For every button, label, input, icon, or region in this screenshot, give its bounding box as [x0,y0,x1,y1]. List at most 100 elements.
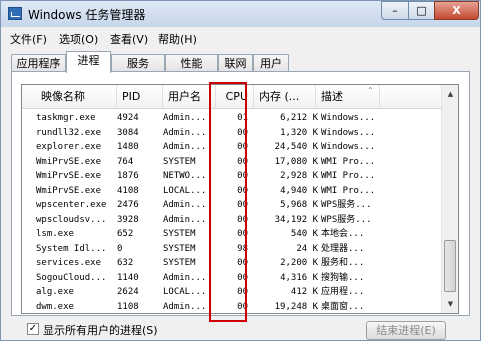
cell-description: WPS服务... [321,200,372,210]
minimize-button[interactable]: – [381,1,409,20]
cell-pid: 1480 [117,142,139,152]
header-memory[interactable]: 内存 (... [254,85,316,108]
title-bar: Windows 任务管理器 – □ X [1,1,480,27]
scroll-down-icon[interactable]: ▼ [443,296,458,312]
header-username[interactable]: 用户名 [163,85,216,108]
cell-memory: 5,968 K [280,200,318,210]
process-row[interactable]: dwm.exe 1108 Admin... 00 19,248 K 桌面窗... [22,300,441,314]
menu-options[interactable]: 选项(O) [59,31,98,47]
cell-username: Admin... [163,127,207,138]
cell-memory: 540 K [290,229,318,239]
cell-pid: 632 [117,258,134,268]
cell-pid: 1108 [117,301,139,312]
cell-username: NETWO... [163,171,207,181]
cell-description: WMI Pro... [321,156,376,167]
header-pid[interactable]: PID [117,85,163,108]
maximize-button[interactable]: □ [408,1,435,20]
tab-processes[interactable]: 进程 [66,51,111,73]
cell-image-name: services.exe [36,258,102,268]
cell-cpu: 00 [237,156,248,167]
cell-memory: 6,212 K [280,113,318,123]
cell-pid: 764 [117,156,134,167]
tab-networking[interactable]: 联网 [218,54,253,72]
cell-pid: 2476 [117,200,139,210]
cell-pid: 0 [117,243,123,254]
cell-pid: 3084 [117,127,139,138]
cell-description: Windows... [321,113,376,123]
cell-username: Admin... [163,113,207,123]
cell-image-name: System Idl... [36,243,107,254]
process-row[interactable]: WmiPrvSE.exe 4108 LOCAL... 00 4,940 K WMI Pro… [22,184,441,199]
menu-bar: 文件(F) 选项(O) 查看(V) 帮助(H) [1,28,480,47]
process-row[interactable]: WmiPrvSE.exe 764 SYSTEM 00 17,080 K WMI Pro..… [22,155,441,170]
cell-cpu: 00 [237,185,248,196]
cell-image-name: SogouCloud... [36,272,107,283]
process-row[interactable]: rundll32.exe 3084 Admin... 00 1,320 K Windows… [22,126,441,141]
tab-services[interactable]: 服务 [111,54,165,72]
cell-cpu: 00 [237,258,248,268]
process-row[interactable]: WmiPrvSE.exe 1876 NETWO... 00 2,928 K WMI Pro… [22,169,441,184]
cell-memory: 19,248 K [274,301,318,312]
cell-username: Admin... [163,214,207,225]
cell-description: 处理器... [321,243,365,254]
menu-help[interactable]: 帮助(H) [158,31,197,47]
tab-users[interactable]: 用户 [253,54,289,72]
cell-description: 搜狗输... [321,272,365,283]
cell-cpu: 00 [237,171,248,181]
cell-image-name: rundll32.exe [36,127,102,138]
cell-image-name: WmiPrvSE.exe [36,185,102,196]
cell-description: WMI Pro... [321,171,376,181]
show-all-processes-checkbox[interactable]: ✓ [27,323,39,335]
cell-cpu: 00 [237,287,248,297]
cell-description: 桌面窗... [321,301,365,312]
cell-memory: 24,540 K [274,142,318,152]
vertical-scrollbar[interactable]: ▲ ▼ [441,85,458,313]
cell-username: Admin... [163,200,207,210]
process-row[interactable]: explorer.exe 1480 Admin... 00 24,540 K Window… [22,140,441,155]
process-row[interactable]: System Idl... 0 SYSTEM 98 24 K 处理器... [22,242,441,257]
cell-memory: 24 K [296,243,318,254]
cell-description: Windows... [321,142,376,152]
sort-arrow-icon: ⌃ [367,86,374,95]
cell-pid: 1140 [117,272,139,283]
cell-image-name: explorer.exe [36,142,102,152]
task-manager-window: Windows 任务管理器 – □ X 文件(F) 选项(O) 查看(V) 帮助… [0,0,481,341]
cell-cpu: 00 [237,214,248,225]
cell-username: LOCAL... [163,185,207,196]
tab-applications[interactable]: 应用程序 [11,54,66,72]
process-row[interactable]: taskmgr.exe 4924 Admin... 01 6,212 K Windows.… [22,111,441,126]
process-row[interactable]: lsm.exe 652 SYSTEM 00 540 K 本地会... [22,227,441,242]
process-row[interactable]: alg.exe 2624 LOCAL... 00 412 K 应用程... [22,285,441,300]
cell-username: SYSTEM [163,243,196,254]
cell-pid: 2624 [117,287,139,297]
cell-username: SYSTEM [163,229,196,239]
cell-pid: 3928 [117,214,139,225]
scroll-up-icon[interactable]: ▲ [443,86,458,102]
cell-username: Admin... [163,301,207,312]
process-row[interactable]: services.exe 632 SYSTEM 00 2,200 K 服务和... [22,256,441,271]
process-row[interactable]: SogouCloud... 1140 Admin... 00 4,316 K 搜狗输... [22,271,441,286]
cell-description: WMI Pro... [321,185,376,196]
cell-memory: 2,200 K [280,258,318,268]
menu-view[interactable]: 查看(V) [110,31,148,47]
cell-cpu: 00 [237,229,248,239]
cell-cpu: 00 [237,142,248,152]
process-row[interactable]: wpscenter.exe 2476 Admin... 00 5,968 K WPS服务.… [22,198,441,213]
tab-performance[interactable]: 性能 [165,54,218,72]
cell-cpu: 00 [237,272,248,283]
show-all-processes-label[interactable]: 显示所有用户的进程(S) [43,322,158,338]
cell-memory: 1,320 K [280,127,318,138]
end-process-button[interactable]: 结束进程(E) [366,321,446,340]
cell-username: Admin... [163,142,207,152]
header-cpu[interactable]: CPU [216,85,254,108]
close-button[interactable]: X [434,1,479,20]
scroll-thumb[interactable] [444,240,456,292]
menu-file[interactable]: 文件(F) [10,31,47,47]
header-image-name[interactable]: 映像名称 [22,85,117,108]
cell-memory: 17,080 K [274,156,318,167]
process-row[interactable]: wpscloudsv... 3928 Admin... 00 34,192 K WPS服务… [22,213,441,228]
cell-memory: 4,940 K [280,185,318,196]
cell-description: WPS服务... [321,214,372,225]
cell-description: 服务和... [321,258,365,268]
process-list[interactable]: 映像名称 PID 用户名 CPU 内存 (... 描述 ⌃ taskmgr.ex… [21,84,459,314]
